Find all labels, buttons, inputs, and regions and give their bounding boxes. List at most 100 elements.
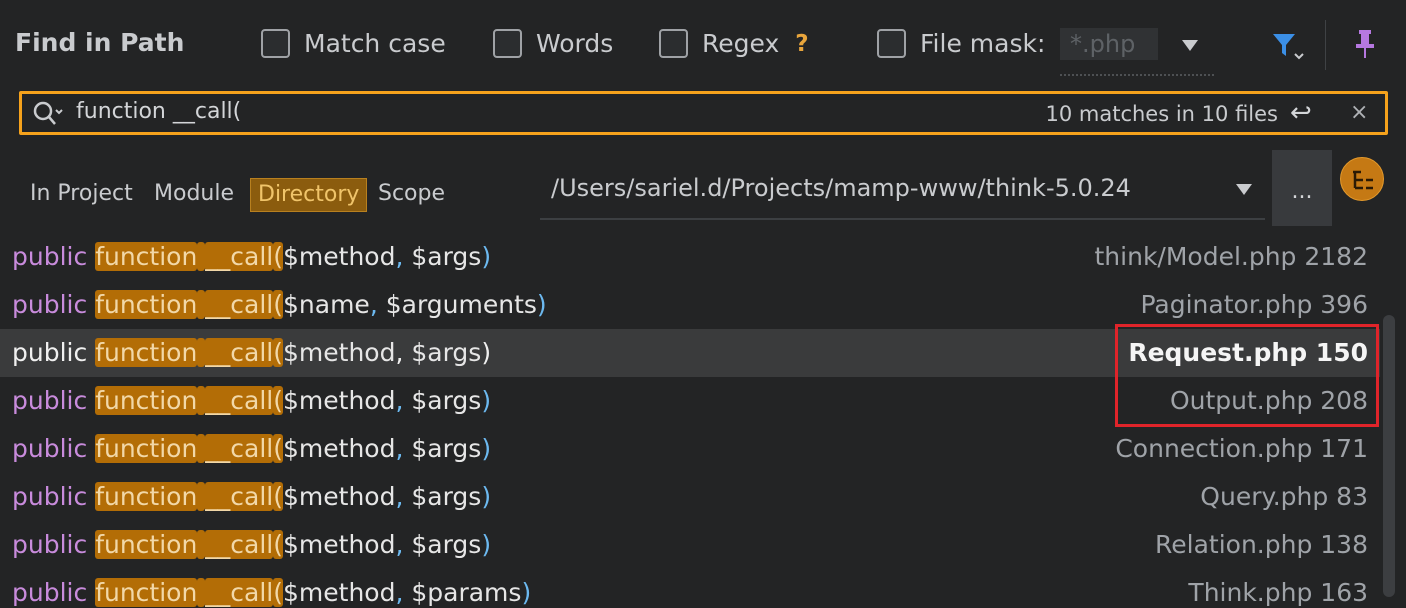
browse-button[interactable]: ... — [1272, 150, 1332, 226]
result-file-location: Connection.php 171 — [1115, 434, 1368, 463]
close-paren: ) — [521, 578, 532, 607]
result-file-location: Relation.php 138 — [1155, 530, 1368, 559]
result-row[interactable]: public function __call($method, $args) Qu… — [0, 473, 1380, 521]
match-highlight-paren: ( — [273, 434, 283, 463]
file-mask-underline — [1060, 74, 1214, 76]
close-paren: ) — [536, 290, 547, 319]
argument: $args — [411, 482, 482, 511]
keyword-public: public — [12, 482, 88, 511]
regex-label: Regex — [702, 29, 780, 58]
match-highlight-paren: ( — [273, 578, 283, 607]
tab-in-project[interactable]: In Project — [23, 178, 140, 212]
file-mask-checkbox[interactable] — [877, 29, 906, 58]
tab-module[interactable]: Module — [147, 178, 241, 212]
result-code: public function __call($method, $args) — [12, 386, 491, 415]
match-highlight-function: function — [95, 578, 198, 607]
scrollbar[interactable] — [1383, 315, 1395, 597]
close-paren: ) — [481, 434, 492, 463]
result-code: public function __call($method, $args) — [12, 530, 491, 559]
match-case-label: Match case — [304, 29, 446, 58]
words-option[interactable]: Words — [493, 29, 613, 58]
match-highlight-name: __call — [205, 386, 274, 415]
argument: $args — [411, 434, 482, 463]
result-row[interactable]: public function __call($method, $args) th… — [0, 233, 1380, 281]
directory-path-underline — [540, 218, 1265, 220]
keyword-public: public — [12, 434, 88, 463]
match-highlight-function: function — [95, 434, 198, 463]
match-highlight-name: __call — [205, 434, 274, 463]
match-highlight-name: __call — [205, 242, 274, 271]
regex-option[interactable]: Regex ? — [659, 29, 809, 58]
directory-path-input[interactable]: /Users/sariel.d/Projects/mamp-www/think-… — [551, 174, 1131, 202]
result-row[interactable]: public function __call($method, $params)… — [0, 569, 1380, 608]
file-mask-label: File mask: — [920, 29, 1046, 58]
tab-scope[interactable]: Scope — [371, 178, 452, 212]
result-code: public function __call($method, $args) — [12, 242, 491, 271]
directory-dropdown-icon[interactable] — [1236, 184, 1252, 195]
words-label: Words — [536, 29, 614, 58]
comma: , — [369, 290, 386, 319]
file-mask-input[interactable]: *.php — [1060, 28, 1158, 60]
match-highlight-paren: ( — [273, 242, 283, 271]
file-mask-dropdown-icon[interactable] — [1182, 40, 1198, 51]
close-paren: ) — [481, 482, 492, 511]
regex-checkbox[interactable] — [659, 29, 688, 58]
comma: , — [395, 578, 412, 607]
match-highlight-name: __call — [205, 482, 274, 511]
words-checkbox[interactable] — [493, 29, 522, 58]
comma: , — [395, 530, 412, 559]
close-paren: ) — [481, 242, 492, 271]
match-case-option[interactable]: Match case — [261, 29, 446, 58]
argument: $method — [283, 530, 396, 559]
argument: $method — [283, 482, 396, 511]
annotation-box — [1115, 324, 1379, 427]
match-highlight-paren: ( — [273, 338, 283, 367]
pin-icon[interactable] — [1352, 28, 1378, 64]
argument: $args — [411, 242, 482, 271]
match-highlight-paren: ( — [273, 386, 283, 415]
argument: $args — [411, 386, 482, 415]
result-code: public function __call($method, $args) — [12, 338, 491, 367]
argument: $method — [283, 386, 396, 415]
match-highlight-function: function — [95, 386, 198, 415]
result-file-location: Query.php 83 — [1200, 482, 1368, 511]
match-highlight-function: function — [95, 482, 198, 511]
match-highlight-paren: ( — [273, 482, 283, 511]
filter-icon[interactable] — [1271, 32, 1305, 66]
close-paren: ) — [481, 530, 492, 559]
comma: , — [395, 242, 412, 271]
argument: $args — [411, 338, 482, 367]
comma: , — [395, 338, 412, 367]
directory-tree-icon[interactable] — [1340, 157, 1384, 201]
close-paren: ) — [481, 338, 492, 367]
argument: $args — [411, 530, 482, 559]
keyword-public: public — [12, 530, 88, 559]
tab-directory[interactable]: Directory — [250, 178, 368, 212]
comma: , — [395, 386, 412, 415]
result-row[interactable]: public function __call($name, $arguments… — [0, 281, 1380, 329]
keyword-public: public — [12, 242, 88, 271]
clear-icon[interactable]: × — [1350, 100, 1368, 125]
result-file-location: Think.php 163 — [1188, 578, 1368, 607]
search-icon[interactable] — [32, 99, 66, 133]
result-row[interactable]: public function __call($method, $args) Co… — [0, 425, 1380, 473]
search-query[interactable]: function __call( — [76, 99, 241, 124]
match-highlight-paren: ( — [273, 290, 283, 319]
match-highlight-name: __call — [205, 578, 274, 607]
match-highlight-function: function — [95, 242, 198, 271]
enter-icon[interactable]: ↩ — [1290, 100, 1312, 126]
result-code: public function __call($method, $args) — [12, 482, 491, 511]
match-highlight-function: function — [95, 530, 198, 559]
regex-help-icon[interactable]: ? — [795, 31, 808, 57]
result-file-location: think/Model.php 2182 — [1094, 242, 1369, 271]
result-row[interactable]: public function __call($method, $args) Re… — [0, 521, 1380, 569]
match-highlight-paren: ( — [273, 530, 283, 559]
match-case-checkbox[interactable] — [261, 29, 290, 58]
match-count: 10 matches in 10 files — [1045, 102, 1279, 126]
match-highlight-name: __call — [205, 338, 274, 367]
file-mask-option[interactable]: File mask: — [877, 29, 1045, 58]
keyword-public: public — [12, 290, 88, 319]
result-code: public function __call($name, $arguments… — [12, 290, 547, 319]
argument: $method — [283, 338, 396, 367]
comma: , — [395, 482, 412, 511]
